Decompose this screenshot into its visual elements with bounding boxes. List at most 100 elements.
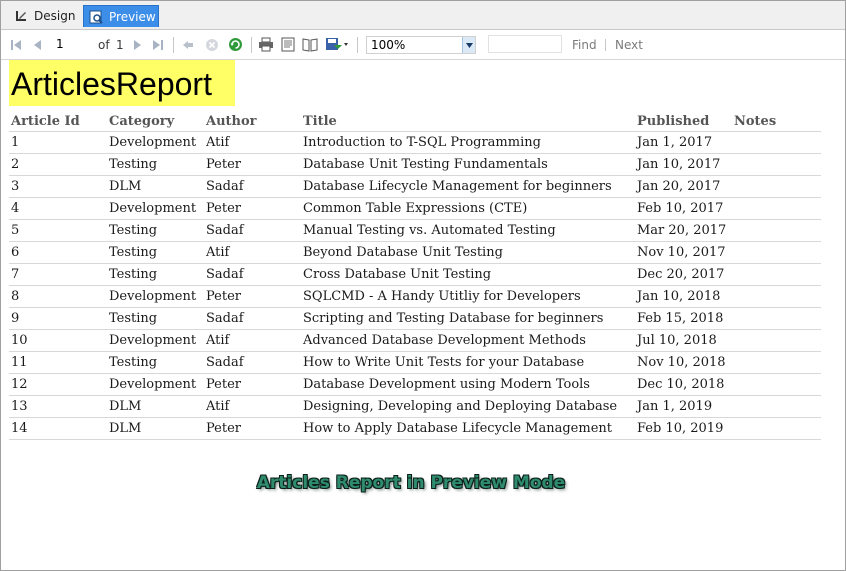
prev-page-icon[interactable] — [31, 36, 45, 53]
cell-category: Testing — [107, 241, 204, 264]
cell-title: How to Apply Database Lifecycle Manageme… — [301, 417, 635, 440]
table-row: 5 Testing Sadaf Manual Testing vs. Automate… — [9, 219, 821, 242]
print-layout-icon[interactable] — [280, 36, 296, 53]
export-icon[interactable] — [324, 36, 350, 53]
report-body: ArticlesReport Article Id Category Autho… — [1, 60, 845, 570]
cell-published: Jul 10, 2018 — [635, 329, 732, 352]
articles-table: Article Id Category Author Title Publish… — [9, 111, 821, 440]
tab-preview-label: Preview — [109, 9, 156, 24]
articles-table-body: 1 Development Atif Introduction to T-SQL Pr… — [9, 131, 821, 440]
preview-icon — [88, 9, 104, 25]
cell-category: Testing — [107, 219, 204, 242]
toolbar-separator — [251, 37, 252, 53]
cell-category: DLM — [107, 417, 204, 440]
cell-published: Jan 1, 2019 — [635, 395, 732, 418]
toolbar-separator — [173, 37, 174, 53]
cell-author: Sadaf — [204, 307, 301, 330]
cell-published: Nov 10, 2017 — [635, 241, 732, 264]
report-title: ArticlesReport — [11, 66, 212, 102]
cell-author: Sadaf — [204, 263, 301, 286]
cell-notes — [732, 219, 821, 242]
cell-notes — [732, 351, 821, 374]
table-row: 1 Development Atif Introduction to T-SQL Pr… — [9, 131, 821, 154]
table-row: 4 Development Peter Common Table Expression… — [9, 197, 821, 220]
print-icon[interactable] — [257, 36, 274, 53]
cell-title: Designing, Developing and Deploying Data… — [301, 395, 635, 418]
cell-author: Sadaf — [204, 219, 301, 242]
next-page-icon[interactable] — [130, 36, 144, 53]
cell-title: Cross Database Unit Testing — [301, 263, 635, 286]
cell-published: Feb 15, 2018 — [635, 307, 732, 330]
table-row: 11 Testing Sadaf How to Write Unit Tests fo… — [9, 351, 821, 374]
cell-author: Atif — [204, 131, 301, 154]
cell-title: How to Write Unit Tests for your Databas… — [301, 351, 635, 374]
cell-id: 9 — [9, 307, 107, 330]
cell-notes — [732, 153, 821, 176]
table-header-row: Article Id Category Author Title Publish… — [9, 111, 821, 132]
cell-notes — [732, 373, 821, 396]
cell-title: Introduction to T-SQL Programming — [301, 131, 635, 154]
cell-author: Atif — [204, 241, 301, 264]
zoom-value: 100% — [371, 38, 406, 52]
stop-icon[interactable] — [204, 36, 220, 53]
table-row: 7 Testing Sadaf Cross Database Unit Testing… — [9, 263, 821, 286]
cell-published: Jan 10, 2018 — [635, 285, 732, 308]
cell-published: Dec 20, 2017 — [635, 263, 732, 286]
cell-published: Feb 10, 2019 — [635, 417, 732, 440]
cell-id: 1 — [9, 131, 107, 154]
cell-author: Sadaf — [204, 175, 301, 198]
column-header-author: Author — [204, 111, 301, 132]
back-icon[interactable] — [181, 36, 195, 53]
page-setup-icon[interactable] — [301, 36, 318, 53]
cell-category: DLM — [107, 395, 204, 418]
tab-design-label: Design — [34, 9, 76, 23]
cell-published: Mar 20, 2017 — [635, 219, 732, 242]
page-of-label: of — [98, 37, 110, 52]
cell-title: Beyond Database Unit Testing — [301, 241, 635, 264]
dropdown-arrow-icon[interactable] — [462, 37, 475, 53]
cell-category: Testing — [107, 263, 204, 286]
cell-notes — [732, 241, 821, 264]
next-link[interactable]: Next — [615, 38, 643, 52]
cell-notes — [732, 307, 821, 330]
tab-design[interactable]: Design — [9, 5, 81, 27]
cell-notes — [732, 417, 821, 440]
cell-category: Testing — [107, 153, 204, 176]
cell-category: DLM — [107, 175, 204, 198]
find-link[interactable]: Find — [572, 38, 597, 52]
cell-title: Common Table Expressions (CTE) — [301, 197, 635, 220]
table-row: 9 Testing Sadaf Scripting and Testing Datab… — [9, 307, 821, 330]
zoom-select[interactable]: 100% — [366, 36, 476, 54]
total-pages-label: 1 — [116, 37, 124, 52]
cell-title: Database Unit Testing Fundamentals — [301, 153, 635, 176]
cell-published: Jan 10, 2017 — [635, 153, 732, 176]
last-page-icon[interactable] — [151, 36, 165, 53]
cell-id: 5 — [9, 219, 107, 242]
cell-title: Manual Testing vs. Automated Testing — [301, 219, 635, 242]
cell-title: Scripting and Testing Database for begin… — [301, 307, 635, 330]
cell-id: 10 — [9, 329, 107, 352]
cell-id: 3 — [9, 175, 107, 198]
cell-author: Peter — [204, 153, 301, 176]
find-input[interactable] — [488, 35, 562, 53]
first-page-icon[interactable] — [9, 36, 23, 53]
cell-category: Development — [107, 131, 204, 154]
cell-notes — [732, 263, 821, 286]
cell-notes — [732, 197, 821, 220]
table-row: 13 DLM Atif Designing, Developing and Deplo… — [9, 395, 821, 418]
report-toolbar: of 1 100% — [1, 30, 845, 60]
cell-author: Peter — [204, 373, 301, 396]
cell-category: Development — [107, 373, 204, 396]
cell-published: Dec 10, 2018 — [635, 373, 732, 396]
column-header-published: Published — [635, 111, 732, 132]
toolbar-separator — [605, 39, 606, 51]
cell-title: SQLCMD - A Handy Utitliy for Developers — [301, 285, 635, 308]
column-header-article-id: Article Id — [9, 111, 107, 132]
table-row: 2 Testing Peter Database Unit Testing Funda… — [9, 153, 821, 176]
refresh-icon[interactable] — [227, 36, 243, 53]
tab-preview[interactable]: Preview — [83, 5, 159, 27]
current-page-input[interactable] — [54, 35, 96, 53]
table-row: 6 Testing Atif Beyond Database Unit Testing… — [9, 241, 821, 264]
cell-id: 14 — [9, 417, 107, 440]
cell-author: Peter — [204, 197, 301, 220]
